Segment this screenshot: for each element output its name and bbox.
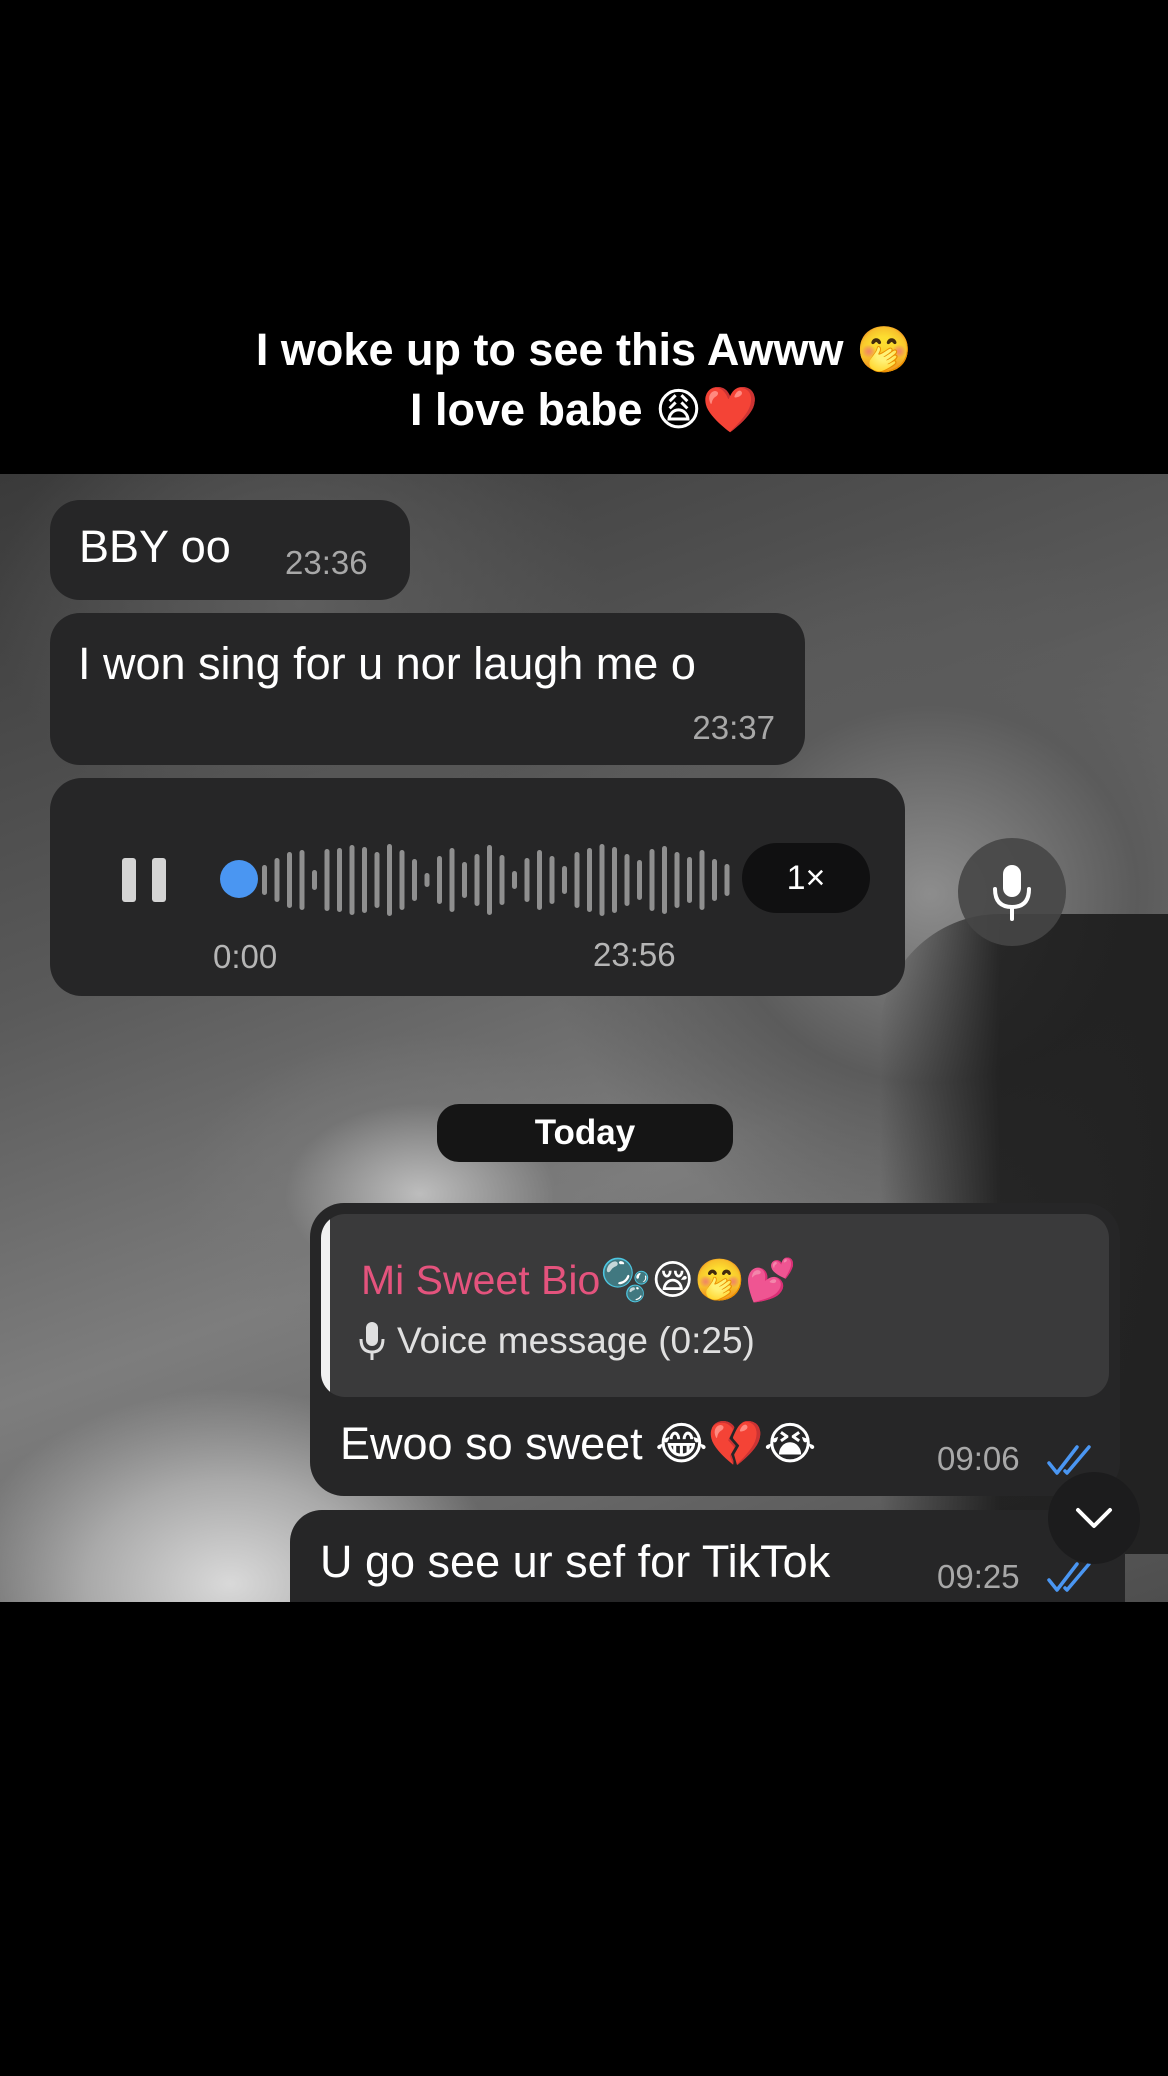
waveform-bar bbox=[624, 854, 630, 906]
waveform-bar bbox=[387, 844, 392, 916]
waveform-bar bbox=[274, 858, 280, 902]
waveform-bar bbox=[587, 848, 592, 912]
waveform-bar bbox=[537, 850, 542, 910]
waveform-bar bbox=[674, 852, 680, 908]
message-bubble[interactable]: BBY oo 23:36 bbox=[50, 500, 410, 600]
quoted-sender-name: Mi Sweet Bio🫧😪🤭💕 bbox=[361, 1257, 797, 1303]
waveform-bar bbox=[649, 849, 655, 911]
message-text: U go see ur sef for TikTok bbox=[320, 1536, 831, 1587]
message-bubble[interactable]: I won sing for u nor laugh me o 23:37 bbox=[50, 613, 805, 765]
waveform-bar bbox=[574, 852, 580, 908]
message-time: 09:25 bbox=[937, 1558, 1020, 1595]
waveform-bar bbox=[449, 848, 455, 912]
waveform-bar bbox=[424, 873, 430, 887]
microphone-icon bbox=[993, 865, 1031, 921]
waveform-bar bbox=[487, 845, 492, 915]
message-text: I won sing for u nor laugh me o bbox=[78, 638, 696, 689]
video-caption: I woke up to see this Awww 🤭 I love babe… bbox=[0, 320, 1168, 440]
quoted-preview: Voice message (0:25) bbox=[359, 1320, 755, 1362]
waveform-bar bbox=[437, 856, 442, 904]
waveform-bar bbox=[499, 855, 505, 905]
waveform-bar bbox=[349, 845, 355, 915]
waveform-bar bbox=[287, 852, 292, 908]
waveform-bar bbox=[699, 850, 705, 910]
waveform-bar bbox=[612, 847, 617, 913]
message-text: BBY oo bbox=[79, 521, 231, 572]
screen: I woke up to see this Awww 🤭 I love babe… bbox=[0, 0, 1168, 2076]
waveform-bar bbox=[399, 850, 405, 910]
message-bubble[interactable]: Mi Sweet Bio🫧😪🤭💕 Voice message (0:25) Ew… bbox=[310, 1203, 1120, 1496]
waveform-bar bbox=[474, 854, 480, 906]
double-check-icon bbox=[1047, 1562, 1091, 1592]
playback-position-knob[interactable] bbox=[220, 860, 258, 898]
bottom-black-area bbox=[0, 1602, 1168, 2076]
waveform-bar bbox=[299, 850, 305, 910]
waveform-bar bbox=[712, 859, 717, 901]
waveform-bar bbox=[262, 865, 267, 895]
waveform-bar bbox=[549, 856, 555, 904]
message-time: 23:56 bbox=[593, 936, 676, 973]
waveform-bar bbox=[312, 870, 317, 890]
caption-line-2: I love babe 😩❤️ bbox=[409, 384, 759, 435]
caption-line-1: I woke up to see this Awww 🤭 bbox=[255, 324, 913, 375]
playback-speed-button[interactable]: 1× bbox=[742, 843, 870, 913]
date-separator: Today bbox=[437, 1104, 733, 1162]
waveform-bar bbox=[724, 864, 730, 896]
voice-elapsed-time: 0:00 bbox=[213, 938, 278, 975]
message-time: 09:06 bbox=[937, 1440, 1020, 1477]
reply-accent-bar bbox=[321, 1214, 330, 1397]
quoted-reply[interactable]: Mi Sweet Bio🫧😪🤭💕 Voice message (0:25) bbox=[321, 1214, 1109, 1397]
waveform-bar bbox=[412, 859, 417, 901]
microphone-button[interactable] bbox=[958, 838, 1066, 946]
waveform-bar bbox=[524, 858, 530, 902]
microphone-icon bbox=[359, 1322, 385, 1360]
waveform-bar bbox=[662, 846, 667, 914]
waveform-bar bbox=[637, 860, 642, 900]
waveform-bar bbox=[512, 871, 517, 889]
waveform-bar bbox=[362, 847, 367, 913]
waveform[interactable] bbox=[250, 840, 740, 920]
scroll-down-button[interactable] bbox=[1048, 1472, 1140, 1564]
pause-icon[interactable] bbox=[122, 858, 166, 902]
waveform-bar bbox=[687, 857, 692, 903]
waveform-bar bbox=[599, 844, 605, 916]
message-time: 23:37 bbox=[692, 709, 775, 746]
message-time: 23:36 bbox=[285, 544, 368, 581]
waveform-bar bbox=[324, 849, 330, 911]
waveform-bar bbox=[374, 852, 380, 908]
message-text: Ewoo so sweet 😂💔😭 bbox=[340, 1418, 817, 1469]
chevron-down-icon bbox=[1076, 1508, 1112, 1528]
waveform-bar bbox=[462, 862, 467, 898]
waveform-bar bbox=[562, 866, 567, 894]
waveform-bar bbox=[337, 848, 342, 912]
voice-message-bubble[interactable]: 1× 0:00 23:56 bbox=[50, 778, 905, 996]
